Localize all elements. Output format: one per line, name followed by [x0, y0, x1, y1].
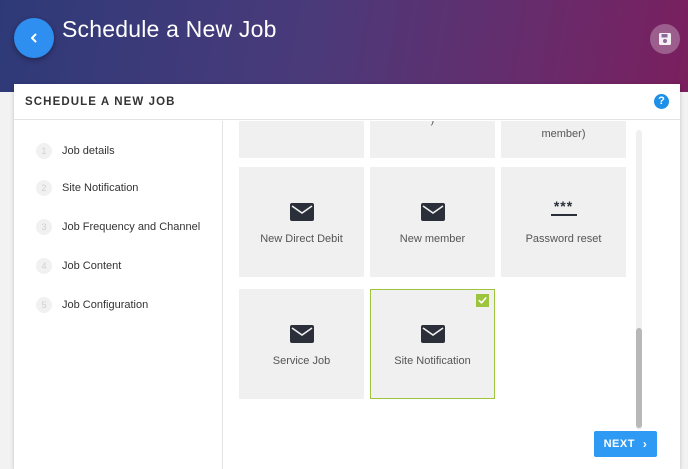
tile-label: New Direct Debit — [260, 233, 343, 245]
card-header: SCHEDULE A NEW JOB ? — [14, 84, 680, 120]
card-title: SCHEDULE A NEW JOB — [25, 96, 176, 108]
step-job-details[interactable]: 1 Job details — [36, 142, 115, 160]
step-label: Site Notification — [62, 182, 139, 194]
tile-label: ) — [370, 121, 495, 126]
tile-site-notification[interactable]: Site Notification — [370, 289, 495, 399]
tile-label: Service Job — [272, 355, 331, 367]
chevron-right-icon: › — [642, 437, 648, 451]
tile-label: Password reset — [525, 233, 602, 245]
step-label: Job details — [62, 145, 115, 157]
scrollbar-thumb[interactable] — [636, 328, 642, 428]
step-label: Job Frequency and Channel — [62, 221, 201, 233]
tile-service-job[interactable]: Service Job — [239, 289, 364, 399]
step-number: 5 — [36, 297, 52, 313]
envelope-icon — [289, 203, 314, 221]
step-number: 1 — [36, 143, 52, 159]
job-type-tile[interactable]: ) — [370, 121, 495, 158]
checkmark-icon — [476, 294, 489, 307]
schedule-job-card: SCHEDULE A NEW JOB ? 1 Job details 2 Sit… — [14, 84, 680, 469]
tile-label: member) — [541, 128, 586, 140]
save-button[interactable] — [650, 24, 680, 54]
step-label: Job Content — [62, 260, 122, 272]
step-job-content[interactable]: 4 Job Content — [36, 257, 121, 275]
next-label: NEXT — [603, 438, 635, 450]
envelope-icon — [420, 325, 445, 343]
password-underline — [550, 214, 577, 216]
chevron-left-icon — [31, 33, 37, 43]
password-glyph: *** — [553, 198, 574, 214]
tile-password-reset[interactable]: *** Password reset — [501, 167, 626, 277]
job-type-tile[interactable]: member) — [501, 121, 626, 158]
password-icon: *** — [544, 198, 584, 216]
next-button[interactable]: NEXT › — [594, 431, 657, 457]
floppy-disk-icon — [659, 33, 671, 45]
tile-label: New member — [399, 233, 466, 245]
step-number: 3 — [36, 219, 52, 235]
step-job-frequency[interactable]: 3 Job Frequency and Channel — [36, 218, 200, 236]
step-list: 1 Job details 2 Site Notification 3 Job … — [14, 121, 223, 469]
envelope-icon — [289, 325, 314, 343]
envelope-icon — [420, 203, 445, 221]
tile-new-member[interactable]: New member — [370, 167, 495, 277]
page-title: Schedule a New Job — [62, 16, 277, 42]
step-label: Job Configuration — [62, 299, 149, 311]
job-type-grid: ) member) New Direct Debit New member **… — [224, 121, 680, 469]
step-number: 4 — [36, 258, 52, 274]
grid-scrollbar[interactable] — [635, 130, 643, 430]
help-icon[interactable]: ? — [654, 94, 669, 109]
step-job-configuration[interactable]: 5 Job Configuration — [36, 296, 148, 314]
tile-label: Site Notification — [394, 355, 471, 367]
step-site-notification[interactable]: 2 Site Notification — [36, 179, 138, 197]
tile-new-direct-debit[interactable]: New Direct Debit — [239, 167, 364, 277]
header-banner: Schedule a New Job — [0, 0, 688, 92]
step-number: 2 — [36, 180, 52, 196]
back-button[interactable] — [14, 18, 54, 58]
job-type-tile[interactable] — [239, 121, 364, 158]
